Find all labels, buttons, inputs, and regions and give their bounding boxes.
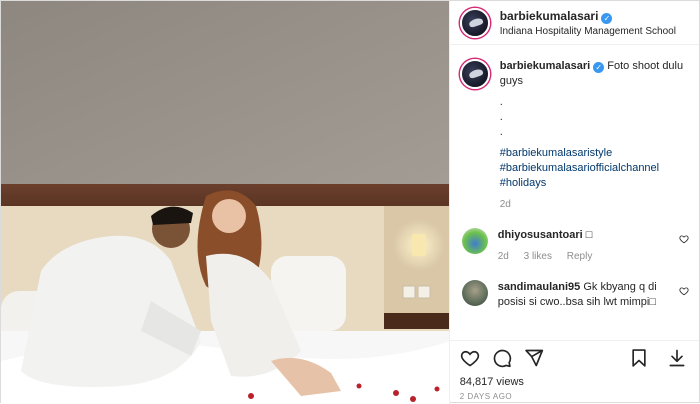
comment-like-heart-icon[interactable]: [679, 234, 689, 244]
share-icon[interactable]: [524, 348, 544, 368]
author-username[interactable]: barbiekumalasari: [500, 9, 599, 23]
comment-like-heart-icon[interactable]: [679, 286, 689, 296]
commenter-avatar[interactable]: [461, 280, 488, 306]
post-sidebar: barbiekumalasari ✓ Indiana Hospitality Ma…: [448, 1, 699, 404]
verified-icon: ✓: [593, 62, 605, 73]
view-count[interactable]: 84,817 views: [450, 374, 699, 390]
post-age[interactable]: 2 DAYS AGO: [450, 390, 699, 404]
download-icon[interactable]: [667, 348, 687, 368]
comments-section[interactable]: barbiekumalasari ✓ Foto shoot dulu guys .…: [450, 45, 699, 340]
caption-username[interactable]: barbiekumalasari: [500, 60, 591, 72]
caption-avatar[interactable]: [459, 59, 490, 89]
hashtag-link[interactable]: #barbiekumalasariofficialchannel: [500, 161, 685, 176]
instagram-post: barbiekumalasari ✓ Indiana Hospitality Ma…: [0, 0, 700, 404]
comment-item: dhiyosusantoari □ 2d 3 likes Reply: [460, 228, 689, 264]
reply-button[interactable]: Reply: [567, 251, 593, 262]
commenter-username[interactable]: dhiyosusantoari: [498, 229, 583, 241]
verified-icon: ✓: [601, 13, 613, 25]
post-location[interactable]: Indiana Hospitality Management School: [500, 26, 676, 39]
post-header: barbiekumalasari ✓ Indiana Hospitality Ma…: [449, 1, 699, 45]
caption: barbiekumalasari ✓ Foto shoot dulu guys .…: [459, 59, 689, 212]
comment-time[interactable]: 2d: [498, 251, 509, 262]
heart-icon[interactable]: [460, 348, 480, 368]
comment-likes[interactable]: 3 likes: [524, 251, 552, 262]
comment-text: □: [585, 229, 593, 241]
commenter-username[interactable]: sandimaulani95: [498, 281, 581, 293]
comment-icon[interactable]: [492, 348, 512, 368]
hashtag-link[interactable]: #holidays: [500, 176, 685, 191]
commenter-avatar[interactable]: [461, 228, 488, 254]
post-photo[interactable]: [1, 1, 449, 404]
hashtag-link[interactable]: #barbiekumalasaristyle: [500, 146, 685, 161]
author-avatar[interactable]: [459, 7, 490, 38]
bookmark-icon[interactable]: [629, 348, 649, 368]
caption-dot: .: [499, 96, 503, 108]
caption-dot: .: [499, 111, 503, 123]
comment-item: sandimaulani95 Gk kbyang q di posisi si …: [460, 280, 689, 310]
bedroom-photo-illustration: [1, 1, 449, 404]
caption-time[interactable]: 2d: [500, 197, 685, 212]
caption-dot: .: [499, 126, 503, 138]
action-bar: [449, 340, 699, 374]
